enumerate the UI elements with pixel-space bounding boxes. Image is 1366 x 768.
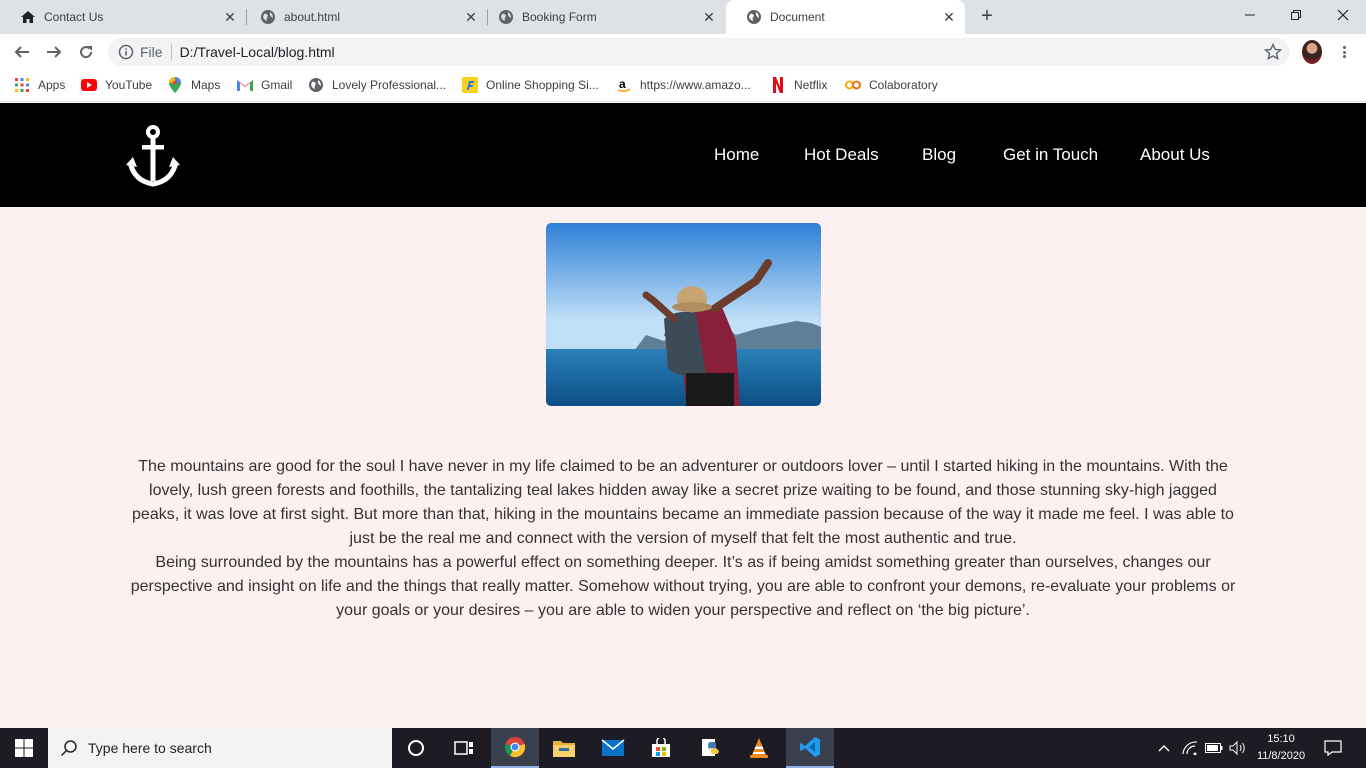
reload-button[interactable] (74, 40, 98, 64)
bookmark-label: https://www.amazo... (640, 78, 751, 92)
bookmark-apps[interactable]: Apps (14, 70, 65, 100)
web-page: Home Hot Deals Blog Get in Touch About U… (0, 103, 1366, 728)
bookmark-label: Apps (38, 78, 66, 92)
gmail-icon (237, 77, 253, 93)
cortana-icon[interactable] (392, 728, 440, 768)
anchor-icon[interactable] (126, 125, 180, 187)
nav-about-us-link[interactable]: About Us (1140, 145, 1210, 165)
blog-hero-image (546, 223, 821, 406)
browser-toolbar: File D:/Travel-Local/blog.html (0, 34, 1366, 70)
tab-document[interactable]: Document ✕ (726, 0, 965, 34)
menu-icon[interactable] (1336, 44, 1352, 60)
article-paragraph: Being surrounded by the mountains has a … (130, 554, 1236, 619)
apps-grid-icon (14, 77, 30, 93)
globe-icon (260, 9, 276, 25)
back-button[interactable] (10, 40, 34, 64)
file-explorer-icon[interactable] (540, 728, 588, 768)
notification-icon[interactable] (1318, 728, 1348, 768)
tab-booking-form[interactable]: Booking Form ✕ (478, 0, 725, 34)
close-icon[interactable]: ✕ (222, 9, 238, 25)
clock-time: 15:10 (1267, 733, 1295, 745)
colab-icon (845, 77, 861, 93)
browser-tab-strip: Contact Us ✕ about.html ✕ Booking Form ✕… (0, 0, 1366, 34)
tab-about[interactable]: about.html ✕ (240, 0, 487, 34)
forward-button[interactable] (42, 40, 66, 64)
windows-taskbar: Type here to search 15:10 11/8/2020 (0, 728, 1366, 768)
window-close-icon[interactable] (1320, 0, 1366, 30)
url-text[interactable]: D:/Travel-Local/blog.html (180, 44, 335, 60)
clock-date: 11/8/2020 (1256, 750, 1306, 762)
battery-icon[interactable] (1203, 728, 1225, 768)
home-icon (20, 9, 36, 25)
address-bar[interactable]: File D:/Travel-Local/blog.html (108, 38, 1290, 66)
bookmark-maps[interactable]: Maps (167, 70, 220, 100)
arrow-right-icon (47, 46, 62, 58)
globe-icon (746, 9, 762, 25)
amazon-icon: a (616, 77, 632, 93)
vlc-icon[interactable] (735, 728, 783, 768)
tab-title: Booking Form (522, 10, 597, 24)
info-icon[interactable] (118, 44, 134, 60)
minimize-icon[interactable] (1227, 0, 1273, 30)
mail-icon[interactable] (589, 728, 637, 768)
arrow-left-icon (14, 46, 29, 58)
bookmark-online-shopping[interactable]: Online Shopping Si... (462, 70, 599, 100)
site-navbar: Home Hot Deals Blog Get in Touch About U… (0, 103, 1366, 207)
bookmark-colaboratory[interactable]: Colaboratory (845, 70, 938, 100)
new-tab-button[interactable]: + (976, 6, 998, 28)
task-view-icon[interactable] (440, 728, 488, 768)
bookmark-label: Online Shopping Si... (486, 78, 599, 92)
tab-contact-us[interactable]: Contact Us ✕ (0, 0, 246, 34)
bookmarks-bar: Apps YouTube Maps Gmail Lovely Professio… (0, 70, 1366, 102)
maps-pin-icon (167, 77, 183, 93)
vscode-icon[interactable] (786, 728, 834, 768)
taskbar-search-box[interactable]: Type here to search (48, 728, 392, 768)
nav-home-link[interactable]: Home (714, 145, 759, 165)
python-idle-icon[interactable] (686, 728, 734, 768)
youtube-icon (81, 77, 97, 93)
store-icon[interactable] (637, 728, 685, 768)
chrome-icon[interactable] (491, 728, 539, 768)
article-paragraph: The mountains are good for the soul I ha… (132, 458, 1234, 547)
tab-title: about.html (284, 10, 341, 24)
tab-title: Document (770, 10, 825, 24)
bookmark-label: Colaboratory (869, 78, 938, 92)
bookmark-youtube[interactable]: YouTube (81, 70, 152, 100)
nav-get-in-touch-link[interactable]: Get in Touch (1003, 145, 1098, 165)
address-divider (170, 44, 172, 60)
close-icon[interactable]: ✕ (701, 9, 717, 25)
flipkart-icon (462, 77, 478, 93)
search-icon (60, 739, 78, 757)
close-icon[interactable]: ✕ (941, 9, 957, 25)
system-clock[interactable]: 15:10 11/8/2020 (1246, 731, 1316, 765)
bookmark-lovely-professional[interactable]: Lovely Professional... (308, 70, 446, 100)
globe-icon (498, 9, 514, 25)
netflix-icon (770, 77, 786, 93)
bookmark-gmail[interactable]: Gmail (237, 70, 292, 100)
globe-icon (308, 77, 324, 93)
close-icon[interactable]: ✕ (463, 9, 479, 25)
bookmark-netflix[interactable]: Netflix (770, 70, 827, 100)
tab-title: Contact Us (44, 10, 104, 24)
bookmark-label: YouTube (105, 78, 153, 92)
bookmark-label: Gmail (261, 78, 293, 92)
restore-icon[interactable] (1273, 0, 1319, 30)
bookmark-label: Maps (191, 78, 221, 92)
reload-icon (80, 46, 93, 59)
bookmark-label: Netflix (794, 78, 828, 92)
svg-text:a: a (619, 77, 626, 91)
taskbar-search-placeholder: Type here to search (88, 740, 212, 756)
profile-avatar[interactable] (1302, 40, 1322, 64)
bookmark-label: Lovely Professional... (332, 78, 447, 92)
scheme-label: File (140, 44, 163, 60)
bookmark-amazon[interactable]: a https://www.amazo... (616, 70, 751, 100)
chevron-up-icon[interactable] (1154, 728, 1174, 768)
nav-hot-deals-link[interactable]: Hot Deals (804, 145, 879, 165)
nav-blog-link[interactable]: Blog (922, 145, 956, 165)
wifi-icon[interactable] (1180, 728, 1200, 768)
windows-start-icon[interactable] (0, 728, 48, 768)
star-icon[interactable] (1263, 42, 1283, 61)
blog-article: The mountains are good for the soul I ha… (128, 455, 1238, 623)
